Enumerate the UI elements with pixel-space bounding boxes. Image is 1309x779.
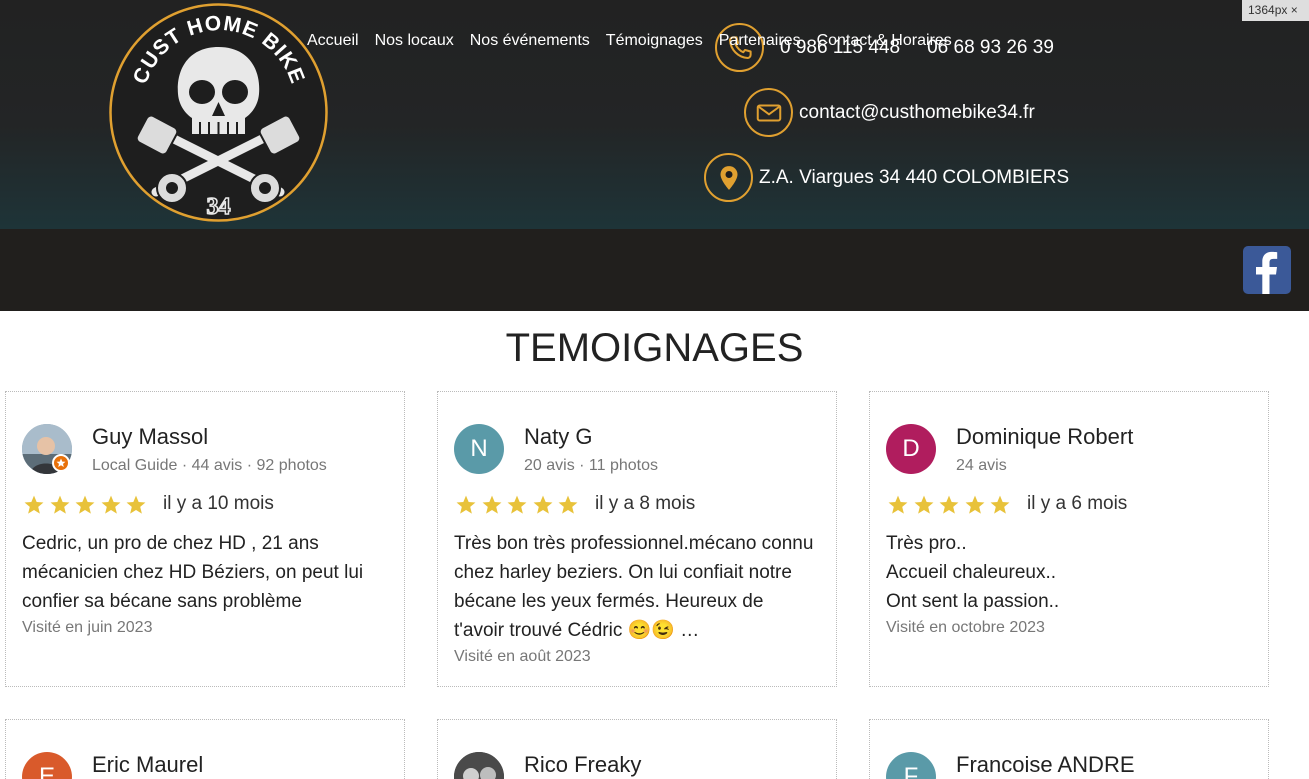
review-card: E Eric Maurel [5, 719, 405, 779]
reviewer-name[interactable]: Dominique Robert [956, 424, 1133, 450]
star-icon [990, 495, 1010, 514]
star-rating [886, 494, 1014, 516]
review-text-line: Très pro.. [886, 533, 967, 554]
reviewer-avatar [22, 424, 72, 474]
star-icon [482, 495, 502, 514]
review-text-line: chez harley beziers. On lui confiait not… [454, 562, 792, 583]
nav-item-temoignages[interactable]: Témoignages [598, 32, 711, 50]
review-text-line: Très bon très professionnel.mécano connu [454, 533, 814, 554]
visit-date: Visité en juin 2023 [22, 619, 153, 636]
reviewer-name[interactable]: Eric Maurel [92, 752, 203, 778]
review-card: Guy Massol Local Guide · 44 avis · 92 ph… [5, 391, 405, 687]
reviewer-meta: 24 avis [956, 457, 1007, 474]
star-icon [914, 495, 934, 514]
star-icon [939, 495, 959, 514]
review-text: Très bon très professionnel.mécano connu… [454, 529, 826, 645]
review-text: Très pro.. Accueil chaleureux.. Ont sent… [886, 529, 1258, 616]
star-icon [75, 495, 95, 514]
star-icon [965, 495, 985, 514]
star-icon [126, 495, 146, 514]
page-title: TEMOIGNAGES [505, 326, 804, 370]
review-text-line: Ont sent la passion.. [886, 591, 1060, 612]
reviewer-avatar: E [22, 752, 72, 779]
email-link[interactable]: contact@custhomebike34.fr [799, 102, 1035, 124]
reviewer-avatar: F [886, 752, 936, 779]
review-card: D Dominique Robert 24 avis il y a 6 mois… [869, 391, 1269, 687]
star-icon [558, 495, 578, 514]
star-icon [507, 495, 527, 514]
address-text: Z.A. Viargues 34 440 COLOMBIERS [759, 166, 1070, 188]
review-text-line: mécanicien chez HD Béziers, on peut lui [22, 562, 364, 583]
reviewer-name[interactable]: Guy Massol [92, 424, 208, 450]
visit-date: Visité en octobre 2023 [886, 619, 1045, 636]
star-icon [50, 495, 70, 514]
reviewer-name[interactable]: Francoise ANDRE [956, 752, 1135, 778]
svg-text:34: 34 [207, 194, 231, 220]
review-text: Cedric, un pro de chez HD , 21 ans mécan… [22, 529, 394, 616]
review-card: F Francoise ANDRE [869, 719, 1269, 779]
visit-date: Visité en août 2023 [454, 648, 591, 665]
reviewer-meta: Local Guide · 44 avis · 92 photos [92, 457, 327, 474]
main-navbar [0, 229, 1309, 311]
reviewer-meta: 20 avis · 11 photos [524, 457, 659, 474]
star-icon [456, 495, 476, 514]
review-text-line: bécane les yeux fermés. Heureux de [454, 591, 764, 612]
star-icon [24, 495, 44, 514]
reviewer-avatar: D [886, 424, 936, 474]
review-date: il y a 8 mois [595, 493, 696, 514]
nav-menu: Accueil Nos locaux Nos événements Témoig… [299, 0, 960, 82]
nav-item-partenaires[interactable]: Partenaires [711, 32, 809, 50]
review-text-line: Cedric, un pro de chez HD , 21 ans [22, 533, 319, 554]
review-date: il y a 6 mois [1027, 493, 1128, 514]
location-pin-icon [704, 153, 753, 202]
review-date: il y a 10 mois [163, 493, 274, 514]
review-card: N Naty G 20 avis · 11 photos il y a 8 mo… [437, 391, 837, 687]
cust-home-bike-logo[interactable]: CUST HOME BIKE 34 [108, 2, 329, 223]
facebook-icon [1256, 251, 1278, 294]
nav-item-accueil[interactable]: Accueil [299, 32, 367, 50]
nav-item-nos-locaux[interactable]: Nos locaux [367, 32, 462, 50]
star-rating [454, 494, 582, 516]
star-icon [888, 495, 908, 514]
address-contact-row: Z.A. Viargues 34 440 COLOMBIERS [704, 153, 1069, 202]
reviewer-name[interactable]: Naty G [524, 424, 592, 450]
nav-item-contact-horaires[interactable]: Contact & Horaires [809, 32, 960, 50]
email-contact-row: contact@custhomebike34.fr [744, 88, 1035, 137]
star-icon [533, 495, 553, 514]
reviewer-avatar [454, 752, 504, 779]
review-text-line: Accueil chaleureux.. [886, 562, 1057, 583]
review-text-line[interactable]: t'avoir trouvé Cédric 😊😉 … [454, 616, 826, 645]
facebook-button[interactable] [1243, 246, 1291, 294]
viewport-size-badge: 1364px × [1242, 0, 1309, 21]
star-icon [101, 495, 121, 514]
review-card: Rico Freaky [437, 719, 837, 779]
review-text-line: confier sa bécane sans problème [22, 591, 302, 612]
mail-icon [744, 88, 793, 137]
star-rating [22, 494, 150, 516]
reviewer-name[interactable]: Rico Freaky [524, 752, 641, 778]
nav-item-nos-evenements[interactable]: Nos événements [462, 32, 598, 50]
reviewer-avatar: N [454, 424, 504, 474]
